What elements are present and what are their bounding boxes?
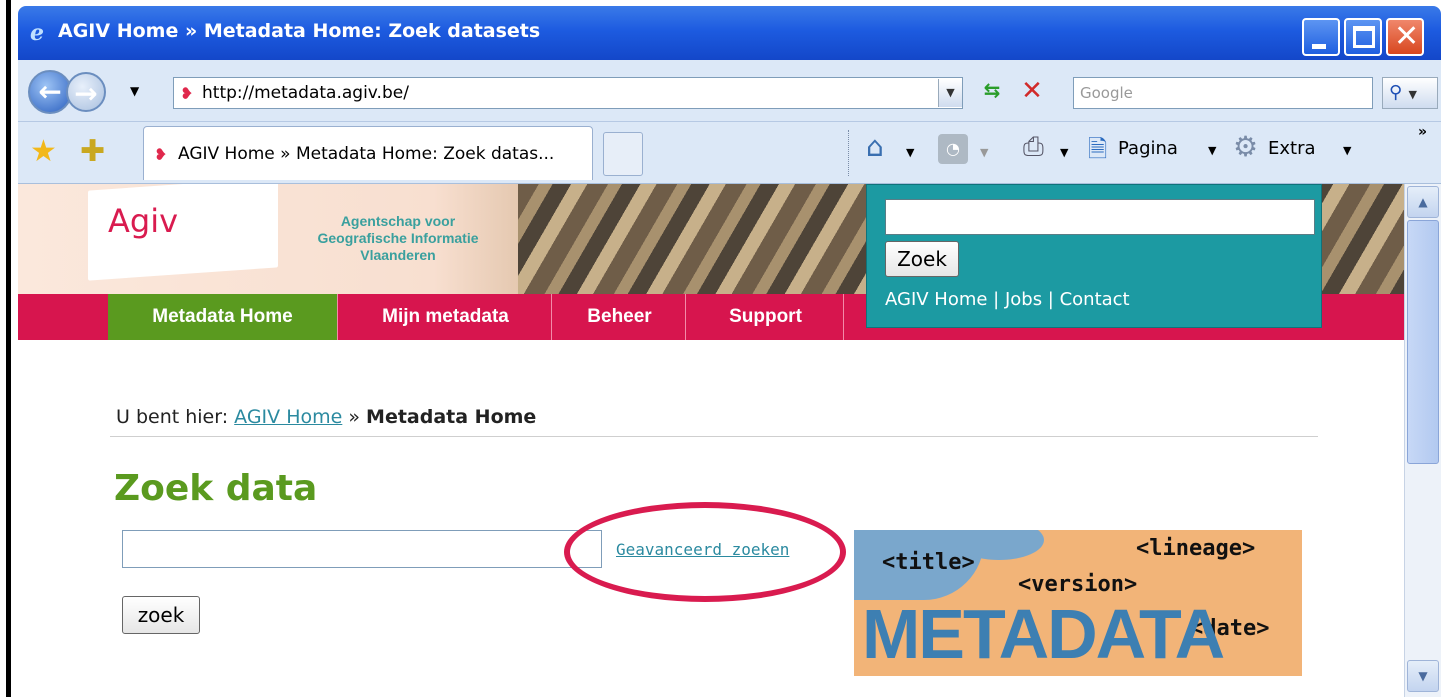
stop-button[interactable]: ✕ bbox=[1016, 76, 1048, 108]
tab-toolbar: ★ ✚ ❥ AGIV Home » Metadata Home: Zoek da… bbox=[18, 122, 1441, 184]
tools-dropdown-icon[interactable]: ▼ bbox=[1343, 144, 1351, 157]
header-search-input[interactable] bbox=[885, 199, 1315, 235]
title-bar: e AGIV Home » Metadata Home: Zoek datase… bbox=[18, 6, 1441, 60]
scroll-down-button[interactable]: ▼ bbox=[1407, 660, 1439, 692]
breadcrumb: U bent hier: AGIV Home » Metadata Home bbox=[116, 406, 536, 428]
metadata-word: METADATA bbox=[862, 595, 1225, 673]
maximize-button[interactable] bbox=[1344, 18, 1382, 56]
desktop-edge bbox=[0, 0, 18, 697]
search-field[interactable]: Google bbox=[1073, 77, 1373, 109]
scroll-thumb[interactable] bbox=[1407, 220, 1439, 464]
address-url: http://metadata.agiv.be/ bbox=[202, 83, 409, 103]
home-dropdown-icon[interactable]: ▼ bbox=[906, 146, 914, 159]
scroll-up-button[interactable]: ▲ bbox=[1407, 186, 1439, 218]
tools-menu[interactable]: Extra bbox=[1268, 138, 1316, 159]
nav-support[interactable]: Support bbox=[688, 294, 844, 340]
close-button[interactable]: ✕ bbox=[1386, 18, 1424, 56]
tagline-line: Agentschap voor bbox=[340, 213, 456, 229]
page-menu[interactable]: Pagina bbox=[1118, 138, 1178, 159]
tab-label: AGIV Home » Metadata Home: Zoek datas... bbox=[178, 144, 555, 164]
address-field[interactable]: ❥ http://metadata.agiv.be/ bbox=[173, 77, 963, 109]
history-dropdown-icon[interactable]: ▼ bbox=[130, 84, 139, 98]
page-dropdown-icon[interactable]: ▼ bbox=[1208, 144, 1216, 157]
metadata-tag: <lineage> bbox=[1136, 536, 1256, 561]
back-arrow-icon: ← bbox=[38, 75, 62, 108]
page-viewport: Agiv Agentschap voor Geografische Inform… bbox=[18, 184, 1404, 697]
favorites-star-icon[interactable]: ★ bbox=[30, 134, 57, 169]
header-links[interactable]: AGIV Home | Jobs | Contact bbox=[885, 289, 1130, 310]
breadcrumb-separator: » bbox=[348, 406, 360, 428]
nav-mijn-metadata[interactable]: Mijn metadata bbox=[340, 294, 552, 340]
toolbar-separator bbox=[848, 130, 850, 176]
header-search-panel: Zoek AGIV Home | Jobs | Contact bbox=[866, 184, 1322, 328]
address-dropdown-button[interactable]: ▼ bbox=[938, 79, 962, 107]
breadcrumb-divider bbox=[110, 436, 1318, 437]
feed-dropdown-icon[interactable]: ▼ bbox=[980, 146, 988, 159]
tagline-line: Vlaanderen bbox=[360, 247, 436, 263]
search-placeholder: Google bbox=[1080, 84, 1133, 102]
add-favorites-icon[interactable]: ✚ bbox=[80, 134, 105, 169]
forward-button[interactable]: → bbox=[66, 72, 106, 112]
close-icon: ✕ bbox=[1394, 19, 1420, 54]
page-icon: 🗎 bbox=[1088, 135, 1108, 163]
breadcrumb-link-agiv-home[interactable]: AGIV Home bbox=[234, 406, 342, 428]
address-toolbar: ← → ▼ ❥ http://metadata.agiv.be/ ▼ ⇆ ✕ G… bbox=[18, 60, 1441, 122]
refresh-icon: ⇆ bbox=[983, 78, 1001, 102]
nav-beheer[interactable]: Beheer bbox=[554, 294, 686, 340]
maximize-icon bbox=[1353, 26, 1375, 48]
agiv-logo[interactable]: Agiv bbox=[108, 202, 178, 240]
data-search-input[interactable] bbox=[122, 530, 602, 568]
header-search-button[interactable]: Zoek bbox=[885, 241, 959, 277]
advanced-search-link[interactable]: Geavanceerd zoeken bbox=[616, 540, 789, 559]
search-submit-button[interactable]: zoek bbox=[122, 596, 200, 634]
forward-arrow-icon: → bbox=[74, 77, 98, 110]
tagline-line: Geografische Informatie bbox=[317, 230, 479, 246]
window-title: AGIV Home » Metadata Home: Zoek datasets bbox=[58, 20, 541, 42]
stop-icon: ✕ bbox=[1021, 76, 1043, 106]
print-icon[interactable]: ⎙ bbox=[1023, 132, 1044, 163]
minimize-icon bbox=[1312, 44, 1326, 49]
page-title: Zoek data bbox=[114, 468, 318, 509]
tab-active[interactable]: ❥ AGIV Home » Metadata Home: Zoek datas.… bbox=[143, 126, 593, 180]
minimize-button[interactable] bbox=[1302, 18, 1340, 56]
breadcrumb-current: Metadata Home bbox=[366, 406, 537, 428]
home-icon[interactable]: ⌂ bbox=[866, 130, 884, 163]
browser-window: e AGIV Home » Metadata Home: Zoek datase… bbox=[0, 0, 1441, 697]
refresh-button[interactable]: ⇆ bbox=[976, 78, 1008, 108]
new-tab-button[interactable] bbox=[603, 132, 643, 176]
gear-icon: ⚙ bbox=[1233, 130, 1259, 163]
feed-icon[interactable]: ◔ bbox=[938, 134, 968, 164]
site-favicon-icon: ❥ bbox=[180, 84, 194, 103]
breadcrumb-prefix: U bent hier: bbox=[116, 406, 229, 428]
search-button[interactable]: ⚲ ▼ bbox=[1382, 77, 1438, 109]
magnifier-icon: ⚲ bbox=[1389, 82, 1403, 103]
ie-icon: e bbox=[30, 20, 44, 46]
vertical-scrollbar[interactable]: ▲ ▼ bbox=[1404, 184, 1441, 697]
metadata-tag: <title> bbox=[882, 550, 975, 575]
site-tagline: Agentschap voor Geografische Informatie … bbox=[278, 213, 518, 264]
metadata-illustration: <title> <lineage> <version> <date> METAD… bbox=[854, 530, 1302, 676]
tab-favicon-icon: ❥ bbox=[154, 145, 168, 164]
print-dropdown-icon[interactable]: ▼ bbox=[1060, 146, 1068, 159]
nav-metadata-home[interactable]: Metadata Home bbox=[108, 294, 338, 340]
toolbar-overflow-chevron[interactable]: » bbox=[1418, 124, 1427, 140]
